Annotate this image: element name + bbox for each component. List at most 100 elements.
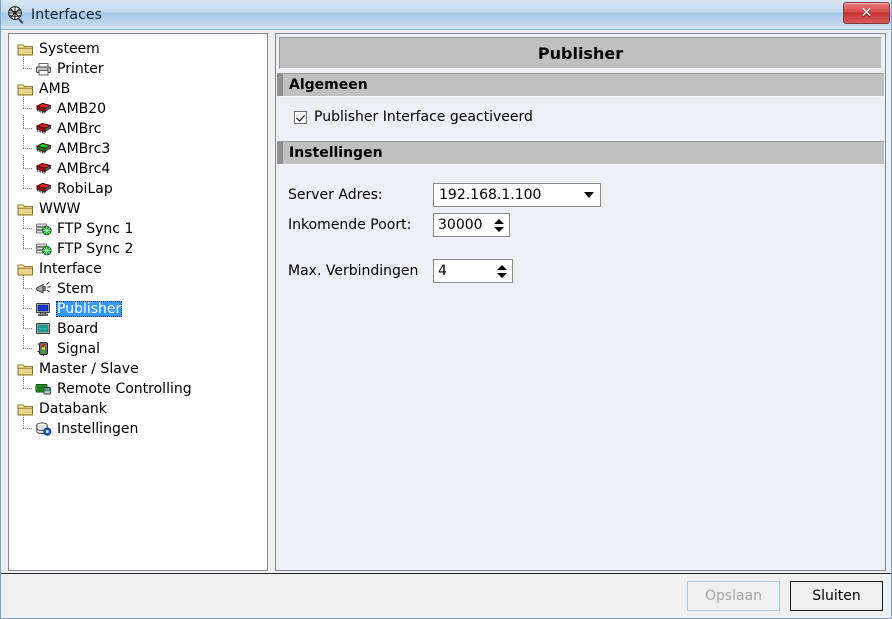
tree-item-label: AMBrc3: [57, 141, 111, 157]
tree-item-label: FTP Sync 1: [57, 221, 134, 237]
close-window-button[interactable]: ✕: [843, 2, 890, 24]
folder-icon: [17, 41, 34, 57]
chip-green-icon: [35, 141, 52, 157]
tree-item-ftp-sync-1[interactable]: FTP Sync 1: [9, 215, 267, 239]
max-connections-label: Max. Verbindingen: [288, 263, 419, 279]
traffic-light-icon: [35, 341, 52, 357]
tree-item-label: AMBrc4: [57, 161, 111, 177]
max-connections-stepper[interactable]: 4: [433, 259, 513, 283]
tree-item-label: Remote Controlling: [57, 381, 192, 397]
chip-red-icon: [35, 121, 52, 137]
spinner-up-icon[interactable]: [497, 264, 507, 270]
tree-item-ftp-sync-2[interactable]: FTP Sync 2: [9, 235, 267, 259]
megaphone-icon: [35, 281, 52, 297]
section-header-general-label: Algemeen: [289, 77, 368, 93]
max-connections-spin-buttons: [494, 260, 510, 282]
dialog-footer: Opslaan Sluiten: [1, 573, 891, 618]
folder-icon: [17, 401, 34, 417]
tree-item-master-slave[interactable]: Master / Slave: [9, 359, 267, 379]
title-bar: Interfaces ✕: [1, 0, 891, 30]
tree-item-label: Interface: [39, 261, 102, 277]
publisher-enabled-row[interactable]: Publisher Interface geactiveerd: [276, 107, 885, 127]
server-address-combobox[interactable]: 192.168.1.100: [433, 183, 601, 207]
tree-item-label: Printer: [57, 61, 104, 77]
folder-icon: [17, 201, 34, 217]
tree-item-databank[interactable]: Databank: [9, 399, 267, 419]
section-header-general: Algemeen: [277, 73, 884, 97]
page-title: Publisher: [279, 37, 882, 69]
tree-item-ambrc[interactable]: AMBrc: [9, 115, 267, 139]
section-header-settings: Instellingen: [277, 141, 884, 165]
incoming-port-value[interactable]: 30000: [434, 214, 491, 236]
monitor-teal-icon: [35, 321, 52, 337]
tree-item-label: Databank: [39, 401, 107, 417]
interfaces-window: Interfaces ✕ Systeem Printer AMB AMB20 AMBrc…: [0, 0, 892, 619]
incoming-port-row: Inkomende Poort: 30000: [288, 213, 885, 237]
tree-item-remote-controlling[interactable]: Remote Controlling: [9, 375, 267, 399]
tree-item-label: Signal: [57, 341, 101, 357]
chip-red-icon: [35, 101, 52, 117]
spinner-down-icon[interactable]: [497, 272, 507, 278]
incoming-port-stepper[interactable]: 30000: [433, 213, 510, 237]
tree-item-label: AMB: [39, 81, 71, 97]
tree-item-label: Publisher: [56, 301, 123, 317]
close-icon: ✕: [860, 5, 873, 21]
interfaces-tree: Systeem Printer AMB AMB20 AMBrc AMBrc3 AMBrc4 R…: [9, 34, 267, 439]
tree-item-label: AMBrc: [57, 121, 102, 137]
server-address-row: Server Adres: 192.168.1.100: [288, 183, 885, 207]
tree-item-label: Stem: [57, 281, 94, 297]
tree-item-label: AMB20: [57, 101, 107, 117]
tree-item-board[interactable]: Board: [9, 315, 267, 339]
close-button-label: Sluiten: [812, 588, 861, 604]
folder-icon: [17, 261, 34, 277]
server-address-value: 192.168.1.100: [439, 187, 542, 203]
interfaces-tree-panel[interactable]: Systeem Printer AMB AMB20 AMBrc AMBrc3 AMBrc4 R…: [8, 33, 268, 571]
tree-item-label: Instellingen: [57, 421, 139, 437]
tree-item-amb20[interactable]: AMB20: [9, 95, 267, 119]
tree-item-ambrc4[interactable]: AMBrc4: [9, 155, 267, 179]
printer-icon: [35, 61, 52, 77]
tree-item-printer[interactable]: Printer: [9, 55, 267, 79]
tree-item-label: Master / Slave: [39, 361, 139, 377]
server-globe-icon: [35, 241, 52, 257]
settings-form: Server Adres: 192.168.1.100 Inkomende Po…: [276, 165, 885, 283]
window-title: Interfaces: [31, 6, 102, 23]
close-button[interactable]: Sluiten: [790, 581, 883, 611]
incoming-port-label: Inkomende Poort:: [288, 217, 412, 233]
tree-item-label: Board: [57, 321, 99, 337]
remote-green-icon: [35, 381, 52, 397]
network-globe-icon: [6, 5, 26, 25]
tree-item-www[interactable]: WWW: [9, 199, 267, 219]
tree-item-label: WWW: [39, 201, 81, 217]
tree-item-robilap[interactable]: RobiLap: [9, 175, 267, 199]
spinner-down-icon[interactable]: [494, 226, 504, 232]
spinner-up-icon[interactable]: [494, 218, 504, 224]
max-connections-value[interactable]: 4: [434, 260, 494, 282]
tree-item-systeem[interactable]: Systeem: [9, 39, 267, 59]
tree-item-instellingen[interactable]: Instellingen: [9, 415, 267, 439]
tree-item-label: FTP Sync 2: [57, 241, 134, 257]
tree-item-stem[interactable]: Stem: [9, 275, 267, 299]
section-header-settings-label: Instellingen: [289, 145, 383, 161]
tree-item-amb[interactable]: AMB: [9, 79, 267, 99]
publisher-enabled-label: Publisher Interface geactiveerd: [314, 109, 533, 125]
publisher-enabled-checkbox[interactable]: [294, 110, 307, 124]
chevron-down-icon[interactable]: [578, 184, 600, 206]
tree-item-label: RobiLap: [57, 181, 113, 197]
server-address-label: Server Adres:: [288, 187, 383, 203]
tree-item-publisher[interactable]: Publisher: [9, 295, 267, 319]
publisher-settings-panel: Publisher Algemeen Publisher Interface g…: [275, 33, 886, 571]
server-globe-icon: [35, 221, 52, 237]
tree-item-ambrc3[interactable]: AMBrc3: [9, 135, 267, 159]
folder-icon: [17, 361, 34, 377]
database-gear-icon: [35, 421, 52, 437]
folder-icon: [17, 81, 34, 97]
tree-item-signal[interactable]: Signal: [9, 335, 267, 359]
monitor-blue-icon: [35, 301, 52, 317]
max-connections-row: Max. Verbindingen 4: [288, 259, 885, 283]
tree-item-interface[interactable]: Interface: [9, 259, 267, 279]
save-button-label: Opslaan: [704, 588, 763, 604]
section-body-general: Publisher Interface geactiveerd: [276, 97, 885, 137]
save-button[interactable]: Opslaan: [687, 581, 780, 611]
incoming-port-spin-buttons: [491, 214, 507, 236]
